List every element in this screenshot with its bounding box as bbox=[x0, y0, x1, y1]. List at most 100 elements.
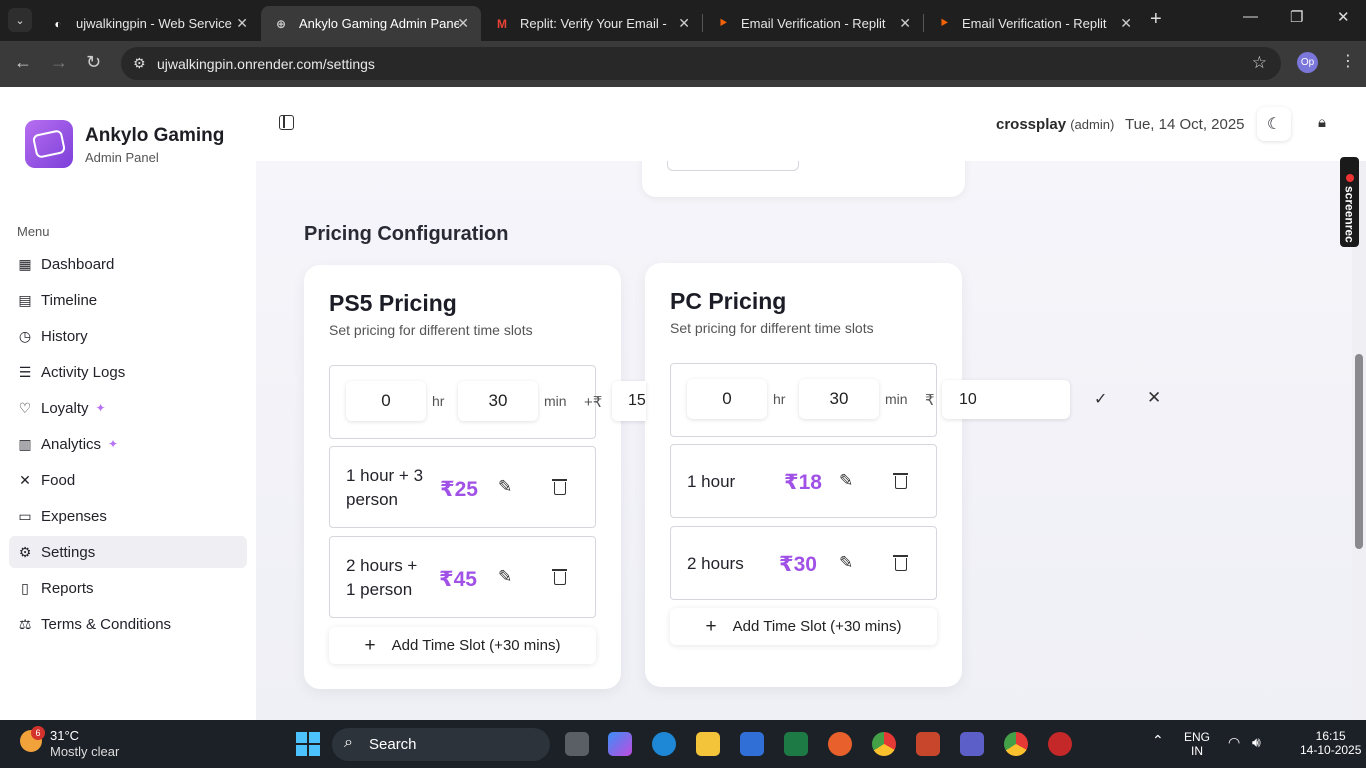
heart-icon: ♡ bbox=[18, 399, 32, 416]
receipt-icon: ▭ bbox=[18, 507, 32, 524]
sidebar-item-expenses[interactable]: ▭ Expenses bbox=[9, 500, 247, 532]
excel-icon[interactable] bbox=[784, 732, 808, 756]
sidebar-item-label: Expenses bbox=[41, 507, 107, 525]
brand-title: Ankylo Gaming bbox=[85, 125, 225, 146]
pc-price-input[interactable]: 10 bbox=[942, 380, 1070, 419]
sidebar-item-timeline[interactable]: ▤ Timeline bbox=[9, 284, 247, 316]
task-view-icon[interactable] bbox=[565, 732, 589, 756]
sidebar-item-label: Settings bbox=[41, 543, 96, 561]
tab-search-icon[interactable]: ⌄ bbox=[8, 8, 32, 32]
tab-gmail[interactable]: M Replit: Verify Your Email - op ✕ bbox=[482, 6, 702, 41]
minutes-unit: min bbox=[885, 391, 908, 407]
cancel-x-icon[interactable]: ✕ bbox=[1147, 388, 1161, 408]
forward-icon[interactable]: → bbox=[50, 52, 68, 73]
ps5-plus-currency: +₹ bbox=[584, 394, 603, 411]
hours-input[interactable]: 0 bbox=[687, 379, 767, 419]
sidebar-toggle-icon[interactable] bbox=[279, 115, 294, 130]
minimize-icon[interactable]: — bbox=[1243, 8, 1258, 25]
wifi-icon[interactable]: ◠ bbox=[1228, 734, 1240, 751]
previous-section-field bbox=[667, 161, 799, 171]
sidebar-item-food[interactable]: ✕ Food bbox=[9, 464, 247, 496]
tab-replit-2[interactable]: ⯈ Email Verification - Replit ✕ bbox=[924, 6, 1144, 41]
username: crossplay bbox=[996, 116, 1067, 133]
taskbar-clock[interactable]: 16:15 14-10-2025 bbox=[1300, 729, 1361, 757]
tab-replit-1[interactable]: ⯈ Email Verification - Replit ✕ bbox=[703, 6, 923, 41]
edit-pencil-icon[interactable]: ✎ bbox=[498, 567, 512, 587]
header-date: Tue, 14 Oct, 2025 bbox=[1125, 116, 1245, 133]
app-header: crossplay (admin) Tue, 14 Oct, 2025 ☾ 🔒︎ bbox=[256, 87, 1366, 161]
screenrec-widget[interactable]: screenrec bbox=[1340, 157, 1359, 247]
windows-start-icon[interactable] bbox=[296, 732, 320, 756]
firefox-icon[interactable] bbox=[828, 732, 852, 756]
profile-avatar[interactable]: Op bbox=[1297, 52, 1318, 73]
store-icon[interactable] bbox=[740, 732, 764, 756]
card-subtitle: Set pricing for different time slots bbox=[670, 320, 874, 336]
pc-add-time-slot-button[interactable]: + Add Time Slot (+30 mins) bbox=[670, 608, 937, 645]
sidebar-item-terms[interactable]: ⚖ Terms & Conditions bbox=[9, 608, 247, 640]
tray-chevron-icon[interactable]: ⌃ bbox=[1152, 732, 1164, 749]
trash-icon[interactable] bbox=[552, 569, 567, 585]
browser-menu-icon[interactable]: ⋮ bbox=[1340, 51, 1356, 71]
sidebar-item-history[interactable]: ◷ History bbox=[9, 320, 247, 352]
maximize-icon[interactable]: ❐ bbox=[1290, 8, 1303, 26]
tab-render[interactable]: ◐ ujwalkingpin - Web Service ✕ bbox=[38, 6, 260, 41]
powerpoint-icon[interactable] bbox=[916, 732, 940, 756]
list-icon: ☰ bbox=[18, 363, 32, 380]
moon-icon: ☾ bbox=[1266, 116, 1282, 133]
language-indicator[interactable]: ENG IN bbox=[1184, 730, 1210, 758]
ps5-add-time-slot-button[interactable]: + Add Time Slot (+30 mins) bbox=[329, 627, 596, 664]
bookmark-star-icon[interactable]: ☆ bbox=[1252, 53, 1267, 73]
edit-pencil-icon[interactable]: ✎ bbox=[498, 477, 512, 497]
file-explorer-icon[interactable] bbox=[696, 732, 720, 756]
trash-icon[interactable] bbox=[893, 555, 908, 571]
sidebar-item-label: Timeline bbox=[41, 291, 98, 309]
edit-pencil-icon[interactable]: ✎ bbox=[839, 553, 853, 573]
back-icon[interactable]: ← bbox=[14, 52, 32, 73]
hours-unit: hr bbox=[432, 393, 445, 409]
slot-label: 1 hour bbox=[687, 472, 736, 491]
tab-title: Email Verification - Replit bbox=[962, 16, 1107, 31]
sidebar-item-dashboard[interactable]: ▦ Dashboard bbox=[9, 248, 247, 280]
close-icon[interactable]: ✕ bbox=[457, 15, 469, 32]
trash-icon[interactable] bbox=[893, 473, 908, 489]
sidebar-item-activity-logs[interactable]: ☰ Activity Logs bbox=[9, 356, 247, 388]
volume-icon[interactable]: 🔊︎ bbox=[1252, 734, 1261, 751]
minutes-input[interactable]: 30 bbox=[799, 379, 879, 419]
scrollbar-thumb[interactable] bbox=[1355, 354, 1363, 549]
url-field[interactable]: ⚙ ujwalkingpin.onrender.com/settings ☆ bbox=[121, 47, 1281, 80]
speedometer-icon[interactable] bbox=[1048, 732, 1072, 756]
taskbar-search[interactable]: ⌕ Search bbox=[332, 728, 550, 761]
chrome-icon[interactable] bbox=[872, 732, 896, 756]
copilot-icon[interactable] bbox=[608, 732, 632, 756]
close-icon[interactable]: ✕ bbox=[1120, 15, 1132, 32]
site-info-icon[interactable]: ⚙ bbox=[133, 55, 146, 72]
sidebar-item-loyalty[interactable]: ♡ Loyalty ✦ bbox=[9, 392, 247, 424]
tab-admin-panel[interactable]: ⊕ Ankylo Gaming Admin Panel ✕ bbox=[261, 6, 481, 41]
plus-icon: + bbox=[364, 634, 376, 656]
hours-input[interactable]: 0 bbox=[346, 381, 426, 421]
reload-icon[interactable]: ↻ bbox=[86, 52, 101, 73]
close-icon[interactable]: ✕ bbox=[678, 15, 690, 32]
edit-pencil-icon[interactable]: ✎ bbox=[839, 471, 853, 491]
theme-toggle-button[interactable]: ☾ bbox=[1257, 107, 1291, 141]
slot-label: 2 hours bbox=[687, 554, 744, 573]
lock-icon[interactable]: 🔒︎ bbox=[1318, 114, 1326, 131]
scale-icon: ⚖ bbox=[18, 615, 32, 632]
sidebar-item-reports[interactable]: ▯ Reports bbox=[9, 572, 247, 604]
trash-icon[interactable] bbox=[552, 479, 567, 495]
window-close-icon[interactable]: ✕ bbox=[1337, 8, 1350, 26]
minutes-input[interactable]: 30 bbox=[458, 381, 538, 421]
new-tab-icon[interactable]: + bbox=[1150, 8, 1162, 31]
chrome-profile-icon[interactable] bbox=[1004, 732, 1028, 756]
sidebar-item-label: Dashboard bbox=[41, 255, 115, 273]
ps5-price-input[interactable]: 15 bbox=[612, 381, 646, 421]
card-subtitle: Set pricing for different time slots bbox=[329, 322, 533, 338]
close-icon[interactable]: ✕ bbox=[236, 15, 248, 32]
close-icon[interactable]: ✕ bbox=[899, 15, 911, 32]
teams-icon[interactable] bbox=[960, 732, 984, 756]
edge-icon[interactable] bbox=[652, 732, 676, 756]
sidebar-item-settings[interactable]: ⚙ Settings bbox=[9, 536, 247, 568]
check-icon[interactable]: ✓ bbox=[1094, 389, 1107, 409]
plus-icon: + bbox=[705, 615, 717, 637]
sidebar-item-analytics[interactable]: ▥ Analytics ✦ bbox=[9, 428, 247, 460]
